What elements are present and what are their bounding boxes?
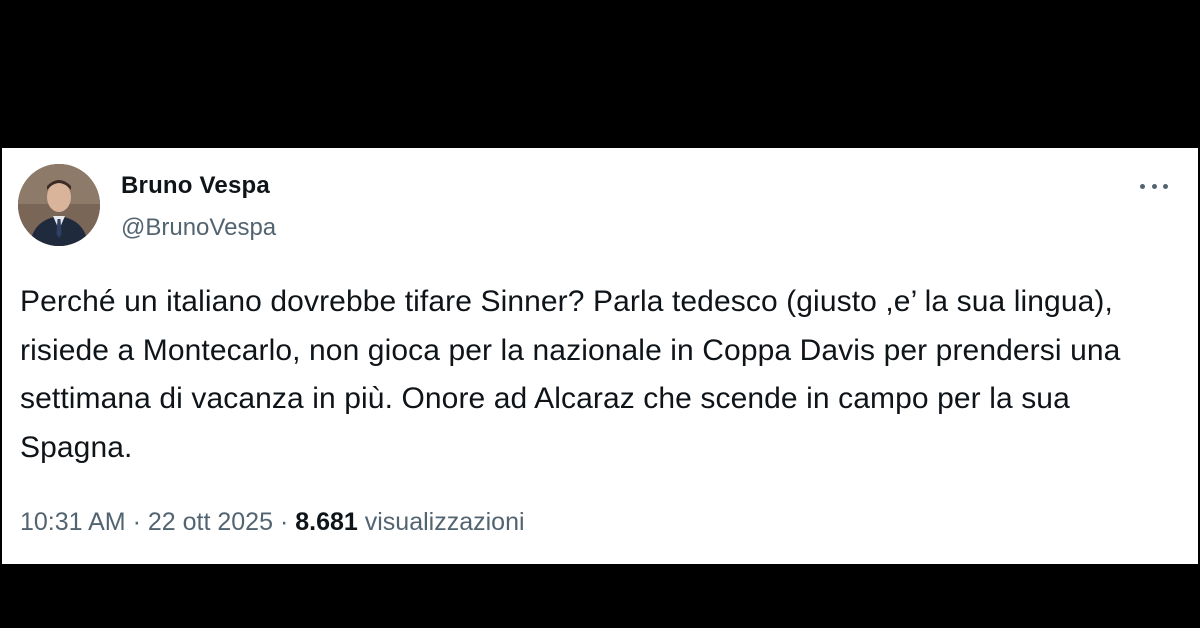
tweet-text: Perché un italiano dovrebbe tifare Sinne… xyxy=(20,285,1121,464)
image-frame: Bruno Vespa @BrunoVespa Perché un italia… xyxy=(0,0,1200,628)
views-label: visualizzazioni xyxy=(364,508,525,536)
author-handle[interactable]: @BrunoVespa xyxy=(121,214,276,242)
dot xyxy=(1140,183,1145,189)
separator: · xyxy=(132,508,141,536)
separator: · xyxy=(279,508,289,536)
tweet-date[interactable]: 22 ott 2025 xyxy=(148,508,273,536)
more-options-button[interactable] xyxy=(1136,174,1172,198)
dot xyxy=(1151,183,1157,189)
more-horizontal-icon xyxy=(1140,183,1168,189)
profile-photo-icon xyxy=(18,164,100,246)
avatar[interactable] xyxy=(18,164,100,246)
tweet-time[interactable]: 10:31 AM xyxy=(20,508,126,536)
tweet-metadata: 10:31 AM · 22 ott 2025 · 8.681 visualizz… xyxy=(20,508,525,537)
tweet-card: Bruno Vespa @BrunoVespa Perché un italia… xyxy=(2,148,1198,564)
views-count[interactable]: 8.681 xyxy=(295,508,358,536)
dot xyxy=(1163,183,1168,189)
author-display-name[interactable]: Bruno Vespa xyxy=(121,172,270,200)
